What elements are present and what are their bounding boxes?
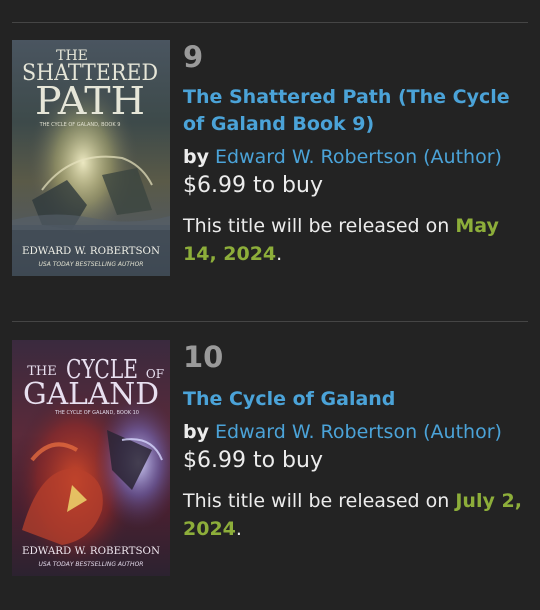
book-info: 10 The Cycle of Galand by Edward W. Robe…: [183, 340, 528, 543]
top-divider: [12, 22, 528, 23]
book-rank: 9: [183, 40, 204, 74]
by-label: by: [183, 146, 209, 168]
cover-title-line3: PATH: [35, 79, 145, 123]
book-rank: 10: [183, 340, 224, 374]
author-line: by Edward W. Robertson (Author): [183, 419, 528, 446]
cover-tagline: USA TODAY BESTSELLING AUTHOR: [39, 261, 144, 268]
book-cover-image[interactable]: THE CYCLE OF GALAND THE CYCLE OF GALAND,…: [12, 340, 170, 576]
release-suffix: .: [235, 518, 242, 540]
cover-author: EDWARD W. ROBERTSON: [22, 546, 160, 557]
release-info: This title will be released on July 2, 2…: [183, 487, 528, 543]
book-title-link[interactable]: The Shattered Path (The Cycle of Galand …: [183, 84, 528, 138]
cover-series: THE CYCLE OF GALAND, BOOK 9: [39, 122, 121, 128]
cover-series: THE CYCLE OF GALAND, BOOK 10: [54, 410, 139, 416]
middle-divider: [12, 321, 528, 322]
book-price: $6.99 to buy: [183, 448, 323, 473]
book-title-link[interactable]: The Cycle of Galand: [183, 386, 528, 413]
author-link[interactable]: Edward W. Robertson (Author): [215, 421, 502, 443]
book-info: 9 The Shattered Path (The Cycle of Galan…: [183, 40, 528, 268]
book-price: $6.99 to buy: [183, 173, 323, 198]
book-entry: THE CYCLE OF GALAND THE CYCLE OF GALAND,…: [12, 340, 528, 580]
by-label: by: [183, 421, 209, 443]
book-entry: THE SHATTERED PATH THE CYCLE OF GALAND, …: [12, 40, 528, 280]
cover-tagline: USA TODAY BESTSELLING AUTHOR: [39, 561, 144, 568]
release-suffix: .: [276, 243, 283, 265]
author-line: by Edward W. Robertson (Author): [183, 144, 528, 171]
author-link[interactable]: Edward W. Robertson (Author): [215, 146, 502, 168]
release-prefix: This title will be released on: [183, 215, 450, 237]
cover-author: EDWARD W. ROBERTSON: [22, 246, 160, 257]
release-info: This title will be released on May 14, 2…: [183, 212, 528, 268]
cover-title-galand: GALAND: [23, 377, 159, 412]
book-cover-image[interactable]: THE SHATTERED PATH THE CYCLE OF GALAND, …: [12, 40, 170, 276]
release-prefix: This title will be released on: [183, 490, 450, 512]
